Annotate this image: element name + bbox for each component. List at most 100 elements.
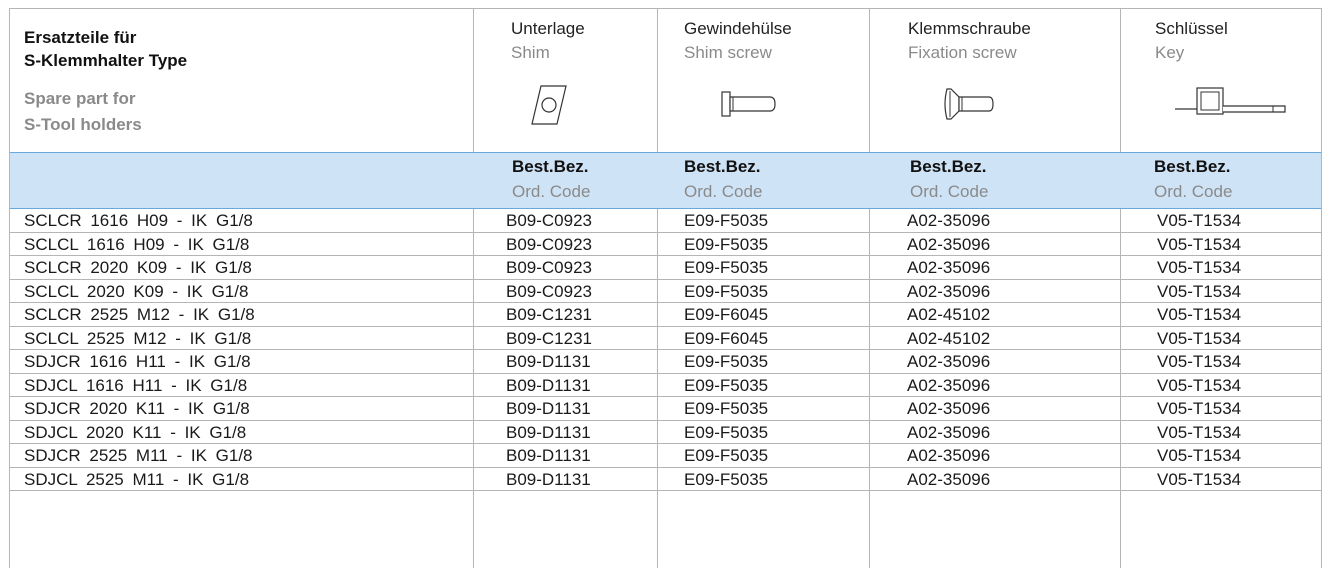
cell-shim-screw: E09-F5035 <box>684 446 769 465</box>
cell-type: SCLCL 1616 H09 - IK G1/8 <box>24 234 250 254</box>
cell-fixation-screw: A02-35096 <box>907 281 991 301</box>
table-row: SCLCR 2525 M12 - IK G1/8 B09-C1231 E09-F60… <box>10 303 1321 327</box>
cell-key: V05-T1534 <box>1157 258 1242 277</box>
cell-shim: B09-D1131 <box>506 422 591 442</box>
cell-shim-screw: E09-F5035 <box>684 375 769 395</box>
shim-icon <box>531 85 567 125</box>
column-label-de: Klemmschraube <box>908 19 1031 38</box>
column-label-de: Gewindehülse <box>684 19 792 38</box>
band-label-en: Ord. Code <box>910 182 989 201</box>
cell-shim-screw: E09-F6045 <box>684 328 769 348</box>
cell-key: V05-T1534 <box>1157 305 1242 324</box>
cell-fixation-screw: A02-35096 <box>907 375 991 395</box>
table-row: SCLCL 2525 M12 - IK G1/8 B09-C1231 E09-F60… <box>10 327 1321 350</box>
table-row: SDJCL 1616 H11 - IK G1/8 B09-D1131 E09-F50… <box>10 374 1321 397</box>
cell-shim: B09-C0923 <box>506 211 593 230</box>
column-header-fixation-screw: Klemmschraube Fixation screw <box>908 18 1031 66</box>
table-row: SDJCR 2020 K11 - IK G1/8 B09-D1131 E09-F50… <box>10 397 1321 421</box>
cell-type: SDJCL 2525 M11 - IK G1/8 <box>24 469 250 489</box>
cell-fixation-screw: A02-35096 <box>907 258 991 277</box>
cell-shim-screw: E09-F5035 <box>684 422 769 442</box>
column-label-en: Shim <box>511 43 550 62</box>
band-label-key: Best.Bez. Ord. Code <box>1154 155 1232 205</box>
cell-key: V05-T1534 <box>1157 446 1242 465</box>
table-row: SCLCR 2020 K09 - IK G1/8 B09-C0923 E09-F50… <box>10 256 1321 280</box>
cell-type: SDJCL 2020 K11 - IK G1/8 <box>24 422 247 442</box>
cell-shim: B09-C0923 <box>506 258 593 277</box>
cell-shim: B09-D1131 <box>506 375 591 395</box>
cell-fixation-screw: A02-35096 <box>907 352 991 371</box>
table-body: SCLCR 1616 H09 - IK G1/8 B09-C0923 E09-F50… <box>10 209 1321 491</box>
cell-shim-screw: E09-F5035 <box>684 258 769 277</box>
cell-shim: B09-D1131 <box>506 352 591 371</box>
title-line-1: Ersatzteile für <box>24 28 137 47</box>
cell-key: V05-T1534 <box>1157 211 1242 230</box>
cell-shim: B09-D1131 <box>506 399 591 418</box>
band-label-fixation-screw: Best.Bez. Ord. Code <box>910 155 988 205</box>
cell-fixation-screw: A02-45102 <box>907 328 991 348</box>
cell-fixation-screw: A02-35096 <box>907 399 991 418</box>
band-label-de: Best.Bez. <box>910 157 987 176</box>
column-label-en: Shim screw <box>684 43 772 62</box>
column-header-shim-screw: Gewindehülse Shim screw <box>684 18 792 66</box>
table-row: SCLCR 1616 H09 - IK G1/8 B09-C0923 E09-F50… <box>10 209 1321 233</box>
subtitle-line-1: Spare part for <box>24 89 136 108</box>
table-row: SDJCL 2525 M11 - IK G1/8 B09-D1131 E09-F50… <box>10 468 1321 491</box>
band-label-shim-screw: Best.Bez. Ord. Code <box>684 155 762 205</box>
cell-type: SDJCR 2525 M11 - IK G1/8 <box>24 446 253 465</box>
cell-type: SDJCR 1616 H11 - IK G1/8 <box>24 352 251 371</box>
subtitle-line-2: S-Tool holders <box>24 115 142 134</box>
cell-type: SCLCL 2020 K09 - IK G1/8 <box>24 281 249 301</box>
cell-type: SDJCR 2020 K11 - IK G1/8 <box>24 399 250 418</box>
cell-shim-screw: E09-F5035 <box>684 234 769 254</box>
cell-fixation-screw: A02-45102 <box>907 305 991 324</box>
band-label-de: Best.Bez. <box>684 157 761 176</box>
cell-shim: B09-C1231 <box>506 305 593 324</box>
cell-key: V05-T1534 <box>1157 328 1242 348</box>
cell-fixation-screw: A02-35096 <box>907 422 991 442</box>
column-label-en: Key <box>1155 43 1185 62</box>
column-header-key: Schlüssel Key <box>1155 18 1228 66</box>
band-label-de: Best.Bez. <box>1154 157 1231 176</box>
cell-shim: B09-C0923 <box>506 281 593 301</box>
table-row: SDJCR 2525 M11 - IK G1/8 B09-D1131 E09-F50… <box>10 444 1321 468</box>
cell-fixation-screw: A02-35096 <box>907 446 991 465</box>
cell-fixation-screw: A02-35096 <box>907 234 991 254</box>
cell-shim: B09-C1231 <box>506 328 593 348</box>
key-icon <box>1175 87 1286 115</box>
cell-key: V05-T1534 <box>1157 375 1242 395</box>
cell-shim: B09-C0923 <box>506 234 593 254</box>
band-label-shim: Best.Bez. Ord. Code <box>512 155 590 205</box>
shim-screw-icon <box>721 91 776 117</box>
cell-shim-screw: E09-F5035 <box>684 469 769 489</box>
table-subtitle: Spare part for S-Tool holders <box>24 86 142 138</box>
cell-shim: B09-D1131 <box>506 446 591 465</box>
cell-shim-screw: E09-F5035 <box>684 281 769 301</box>
cell-key: V05-T1534 <box>1157 469 1242 489</box>
cell-type: SCLCL 2525 M12 - IK G1/8 <box>24 328 252 348</box>
cell-type: SCLCR 2020 K09 - IK G1/8 <box>24 258 252 277</box>
cell-fixation-screw: A02-35096 <box>907 469 991 489</box>
cell-shim: B09-D1131 <box>506 469 591 489</box>
cell-key: V05-T1534 <box>1157 234 1242 254</box>
cell-fixation-screw: A02-35096 <box>907 211 991 230</box>
band-label-de: Best.Bez. <box>512 157 589 176</box>
cell-key: V05-T1534 <box>1157 422 1242 442</box>
column-label-de: Schlüssel <box>1155 19 1228 38</box>
table-row: SCLCL 1616 H09 - IK G1/8 B09-C0923 E09-F50… <box>10 233 1321 256</box>
column-label-en: Fixation screw <box>908 43 1017 62</box>
column-header-shim: Unterlage Shim <box>511 18 585 66</box>
band-label-en: Ord. Code <box>684 182 763 201</box>
cell-key: V05-T1534 <box>1157 399 1242 418</box>
cell-shim-screw: E09-F5035 <box>684 211 769 230</box>
cell-type: SCLCR 1616 H09 - IK G1/8 <box>24 211 253 230</box>
order-code-band <box>10 152 1321 209</box>
table-title: Ersatzteile für S-Klemmhalter Type <box>24 26 187 72</box>
cell-shim-screw: E09-F6045 <box>684 305 769 324</box>
table-row: SDJCR 1616 H11 - IK G1/8 B09-D1131 E09-F50… <box>10 350 1321 374</box>
cell-type: SCLCR 2525 M12 - IK G1/8 <box>24 305 255 324</box>
cell-type: SDJCL 1616 H11 - IK G1/8 <box>24 375 248 395</box>
fixation-screw-icon <box>944 88 994 120</box>
title-line-2: S-Klemmhalter Type <box>24 51 188 70</box>
cell-shim-screw: E09-F5035 <box>684 399 769 418</box>
